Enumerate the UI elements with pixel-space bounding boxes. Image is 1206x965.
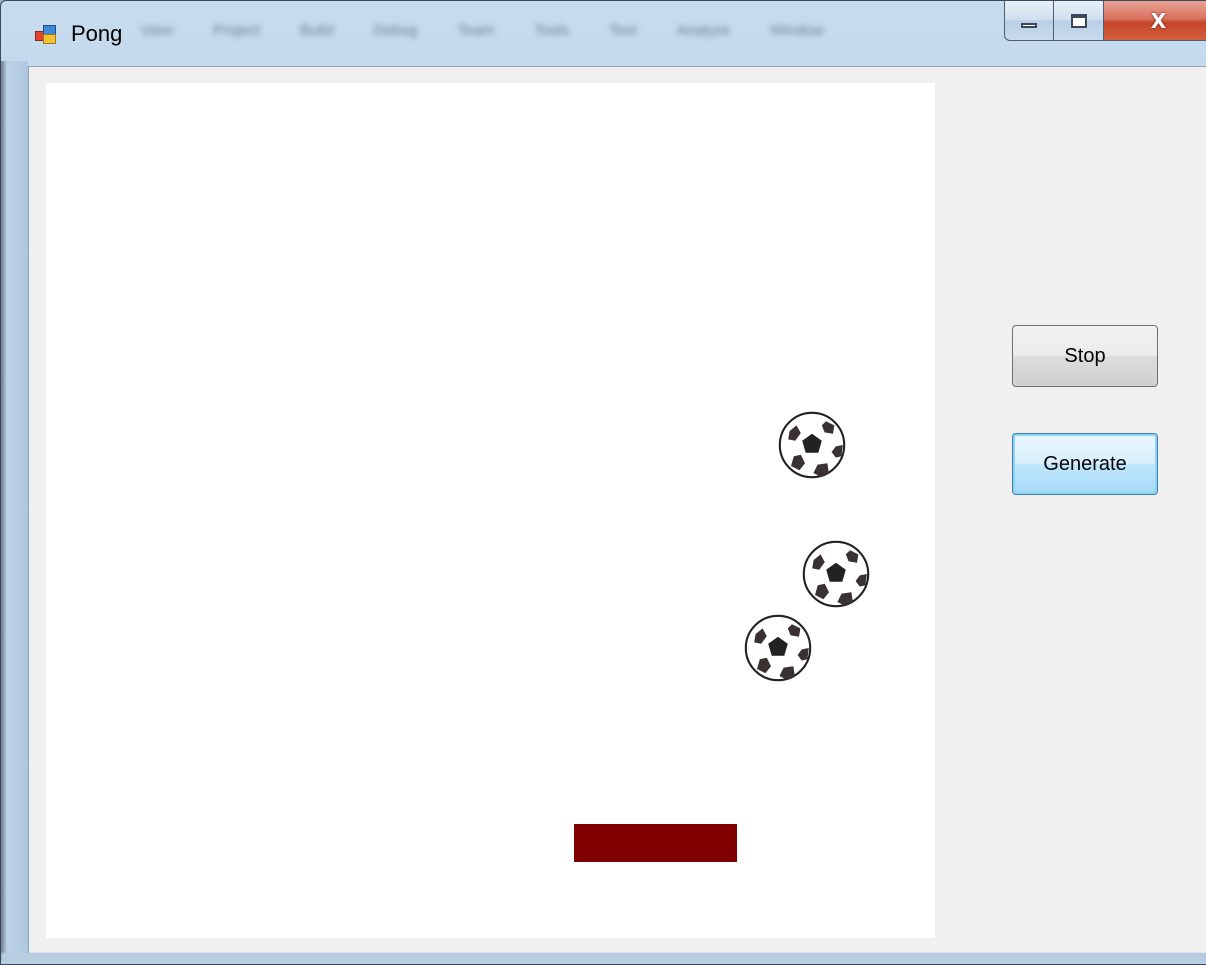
maximize-icon xyxy=(1070,13,1087,28)
blurred-menu-item: Analyze xyxy=(676,21,731,39)
blurred-menu-item: Project xyxy=(213,21,260,39)
minimize-button[interactable] xyxy=(1004,1,1054,41)
blurred-menu-item: Test xyxy=(609,21,637,39)
window-frame-left xyxy=(1,61,28,961)
pong-window: Pong View Project Build Debug Team Tools… xyxy=(0,0,1206,965)
minimize-icon xyxy=(1021,23,1037,28)
blurred-menu-item: Team xyxy=(457,21,495,39)
blurred-menu-item: Build xyxy=(299,21,334,39)
close-icon: X xyxy=(1150,8,1167,33)
window-title: Pong xyxy=(71,21,123,46)
title-bar[interactable]: Pong View Project Build Debug Team Tools… xyxy=(1,1,1206,57)
generate-button[interactable]: Generate xyxy=(1012,433,1158,495)
blurred-background-menu: View Project Build Debug Team Tools Test… xyxy=(141,15,1011,45)
close-button[interactable]: X xyxy=(1104,1,1206,41)
paddle[interactable] xyxy=(574,824,737,862)
form-client-area: Stop Generate xyxy=(28,66,1206,953)
taskbar-strip xyxy=(1,953,1206,964)
maximize-button[interactable] xyxy=(1054,1,1104,41)
blurred-menu-item: View xyxy=(141,21,174,39)
blurred-menu-item: Window xyxy=(770,21,824,39)
app-icon xyxy=(35,25,56,44)
soccer-ball-icon xyxy=(799,539,873,609)
game-canvas[interactable] xyxy=(46,83,935,938)
blurred-menu-item: Tools xyxy=(534,21,570,39)
soccer-ball-icon xyxy=(775,410,849,480)
blurred-menu-item: Debug xyxy=(373,21,418,39)
caption-buttons: X xyxy=(1004,1,1206,45)
stop-button[interactable]: Stop xyxy=(1012,325,1158,387)
soccer-ball-icon xyxy=(741,613,815,683)
